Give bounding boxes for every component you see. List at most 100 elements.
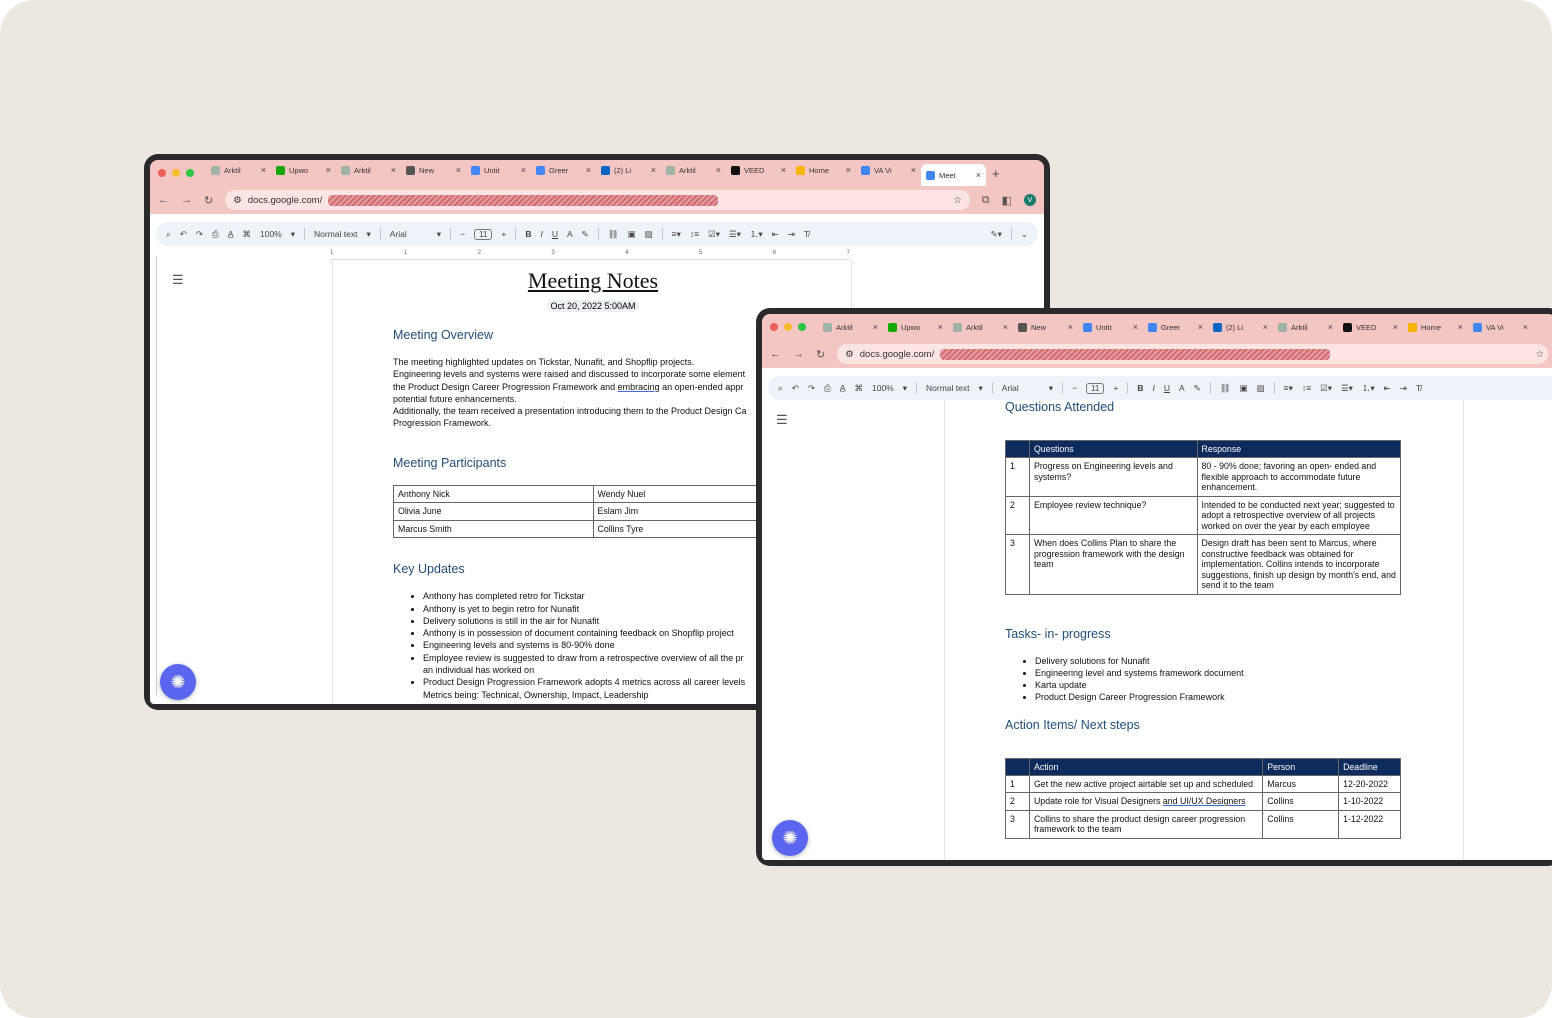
tab-close-icon[interactable]: × <box>326 165 331 175</box>
tab-close-icon[interactable]: × <box>586 165 591 175</box>
font-select[interactable]: Arial <box>390 229 428 239</box>
browser-tab[interactable]: Arktil × <box>948 317 1013 337</box>
increase-size-icon[interactable]: + <box>501 229 506 239</box>
zoom-select[interactable]: 100% <box>872 383 894 393</box>
maximize-window-button[interactable] <box>798 323 806 331</box>
bold-icon[interactable]: B <box>525 229 531 239</box>
tab-close-icon[interactable]: × <box>1003 322 1008 332</box>
increase-indent-icon[interactable]: ⇥ <box>788 229 795 240</box>
increase-size-icon[interactable]: + <box>1113 383 1118 393</box>
editing-mode-icon[interactable]: ✎▾ <box>990 229 1001 240</box>
browser-tab[interactable]: Greer × <box>1143 317 1208 337</box>
align-icon[interactable]: ≡▾ <box>1284 383 1293 394</box>
browser-tab[interactable]: VEED × <box>726 160 791 180</box>
new-tab-button[interactable]: + <box>992 166 1000 181</box>
reload-icon[interactable]: ↻ <box>204 194 213 207</box>
numbered-list-icon[interactable]: ⒈▾ <box>750 228 763 240</box>
tab-close-icon[interactable]: × <box>1328 322 1333 332</box>
tab-close-icon[interactable]: × <box>391 165 396 175</box>
browser-tab[interactable]: Arktil × <box>206 160 271 180</box>
print-icon[interactable]: ⎙ <box>824 383 831 394</box>
tab-close-icon[interactable]: × <box>1133 322 1138 332</box>
zoom-dropdown-icon[interactable]: ▾ <box>903 383 907 394</box>
underline-icon[interactable]: U <box>1164 383 1170 393</box>
tab-close-icon[interactable]: × <box>1523 322 1528 332</box>
browser-tab[interactable]: Arktil × <box>336 160 401 180</box>
redo-icon[interactable]: ↷ <box>196 229 203 240</box>
browser-tab[interactable]: VA Vi × <box>856 160 921 180</box>
redo-icon[interactable]: ↷ <box>808 383 815 394</box>
back-arrow-icon[interactable]: ← <box>158 194 169 206</box>
tab-close-icon[interactable]: × <box>521 165 526 175</box>
assistant-fab-button[interactable]: ✺ <box>772 820 808 856</box>
browser-tab[interactable]: Arktil × <box>661 160 726 180</box>
back-arrow-icon[interactable]: ← <box>770 348 781 360</box>
paint-format-icon[interactable]: ⌘ <box>243 229 252 240</box>
url-field[interactable]: ⚙ docs.google.com/ ☆ <box>225 190 970 210</box>
line-spacing-icon[interactable]: ↕≡ <box>1302 383 1311 393</box>
font-dropdown-icon[interactable]: ▾ <box>437 229 441 240</box>
tab-close-icon[interactable]: × <box>938 322 943 332</box>
style-select[interactable]: Normal text <box>314 229 357 239</box>
browser-tab[interactable]: (2) Li × <box>1208 317 1273 337</box>
decrease-size-icon[interactable]: − <box>1072 383 1077 393</box>
tab-close-icon[interactable]: × <box>261 165 266 175</box>
align-icon[interactable]: ≡▾ <box>672 229 681 240</box>
link-icon[interactable]: ⛓ <box>1220 383 1231 394</box>
browser-tab[interactable]: Untit × <box>466 160 531 180</box>
document-outline-icon[interactable]: ☰ <box>776 412 788 428</box>
comment-icon[interactable]: ▣ <box>628 229 636 240</box>
site-settings-icon[interactable]: ⚙ <box>233 195 242 206</box>
search-menus-icon[interactable]: ⌕ <box>778 383 783 394</box>
zoom-dropdown-icon[interactable]: ▾ <box>291 229 295 240</box>
bookmark-star-icon[interactable]: ☆ <box>1535 349 1544 360</box>
extensions-icon[interactable]: ⧉ <box>982 194 990 207</box>
checklist-icon[interactable]: ☑▾ <box>1320 383 1332 394</box>
bullet-list-icon[interactable]: ☰▾ <box>1341 383 1353 394</box>
forward-arrow-icon[interactable]: → <box>793 348 804 360</box>
spellcheck-icon[interactable]: A̲ <box>840 383 846 393</box>
tab-close-icon[interactable]: × <box>716 165 721 175</box>
browser-tab[interactable]: New × <box>401 160 466 180</box>
tab-close-icon[interactable]: × <box>1263 322 1268 332</box>
browser-tab[interactable]: (2) Li × <box>596 160 661 180</box>
tab-close-icon[interactable]: × <box>781 165 786 175</box>
undo-icon[interactable]: ↶ <box>792 383 799 394</box>
bullet-list-icon[interactable]: ☰▾ <box>729 229 741 240</box>
browser-tab[interactable]: Untit × <box>1078 317 1143 337</box>
zoom-select[interactable]: 100% <box>260 229 282 239</box>
undo-icon[interactable]: ↶ <box>180 229 187 240</box>
tab-close-icon[interactable]: × <box>846 165 851 175</box>
browser-tab[interactable]: Arktil × <box>818 317 883 337</box>
text-color-icon[interactable]: A <box>567 229 573 239</box>
browser-tab[interactable]: Meet × <box>921 164 986 186</box>
bold-icon[interactable]: B <box>1137 383 1143 393</box>
decrease-indent-icon[interactable]: ⇤ <box>1384 383 1391 394</box>
checklist-icon[interactable]: ☑▾ <box>708 229 720 240</box>
browser-tab[interactable]: VEED × <box>1338 317 1403 337</box>
browser-tab[interactable]: Arktil × <box>1273 317 1338 337</box>
link-icon[interactable]: ⛓ <box>608 229 619 240</box>
font-dropdown-icon[interactable]: ▾ <box>1049 383 1053 394</box>
bookmark-star-icon[interactable]: ☆ <box>953 195 962 206</box>
profile-avatar[interactable]: V <box>1024 194 1036 206</box>
decrease-size-icon[interactable]: − <box>460 229 465 239</box>
tab-close-icon[interactable]: × <box>911 165 916 175</box>
decrease-indent-icon[interactable]: ⇤ <box>772 229 779 240</box>
line-spacing-icon[interactable]: ↕≡ <box>690 229 699 239</box>
tab-close-icon[interactable]: × <box>456 165 461 175</box>
image-icon[interactable]: ▨ <box>645 229 653 240</box>
font-size-input[interactable]: 11 <box>474 228 493 240</box>
tab-close-icon[interactable]: × <box>976 170 981 180</box>
increase-indent-icon[interactable]: ⇥ <box>1400 383 1407 394</box>
sidepanel-icon[interactable]: ◧ <box>1002 194 1012 207</box>
document-outline-icon[interactable]: ☰ <box>172 272 184 288</box>
italic-icon[interactable]: I <box>1152 383 1154 393</box>
assistant-fab-button[interactable]: ✺ <box>160 664 196 700</box>
browser-tab[interactable]: Upwo × <box>271 160 336 180</box>
font-select[interactable]: Arial <box>1002 383 1040 393</box>
browser-tab[interactable]: Upwo × <box>883 317 948 337</box>
tab-close-icon[interactable]: × <box>1198 322 1203 332</box>
text-color-icon[interactable]: A <box>1179 383 1185 393</box>
maximize-window-button[interactable] <box>186 169 194 177</box>
